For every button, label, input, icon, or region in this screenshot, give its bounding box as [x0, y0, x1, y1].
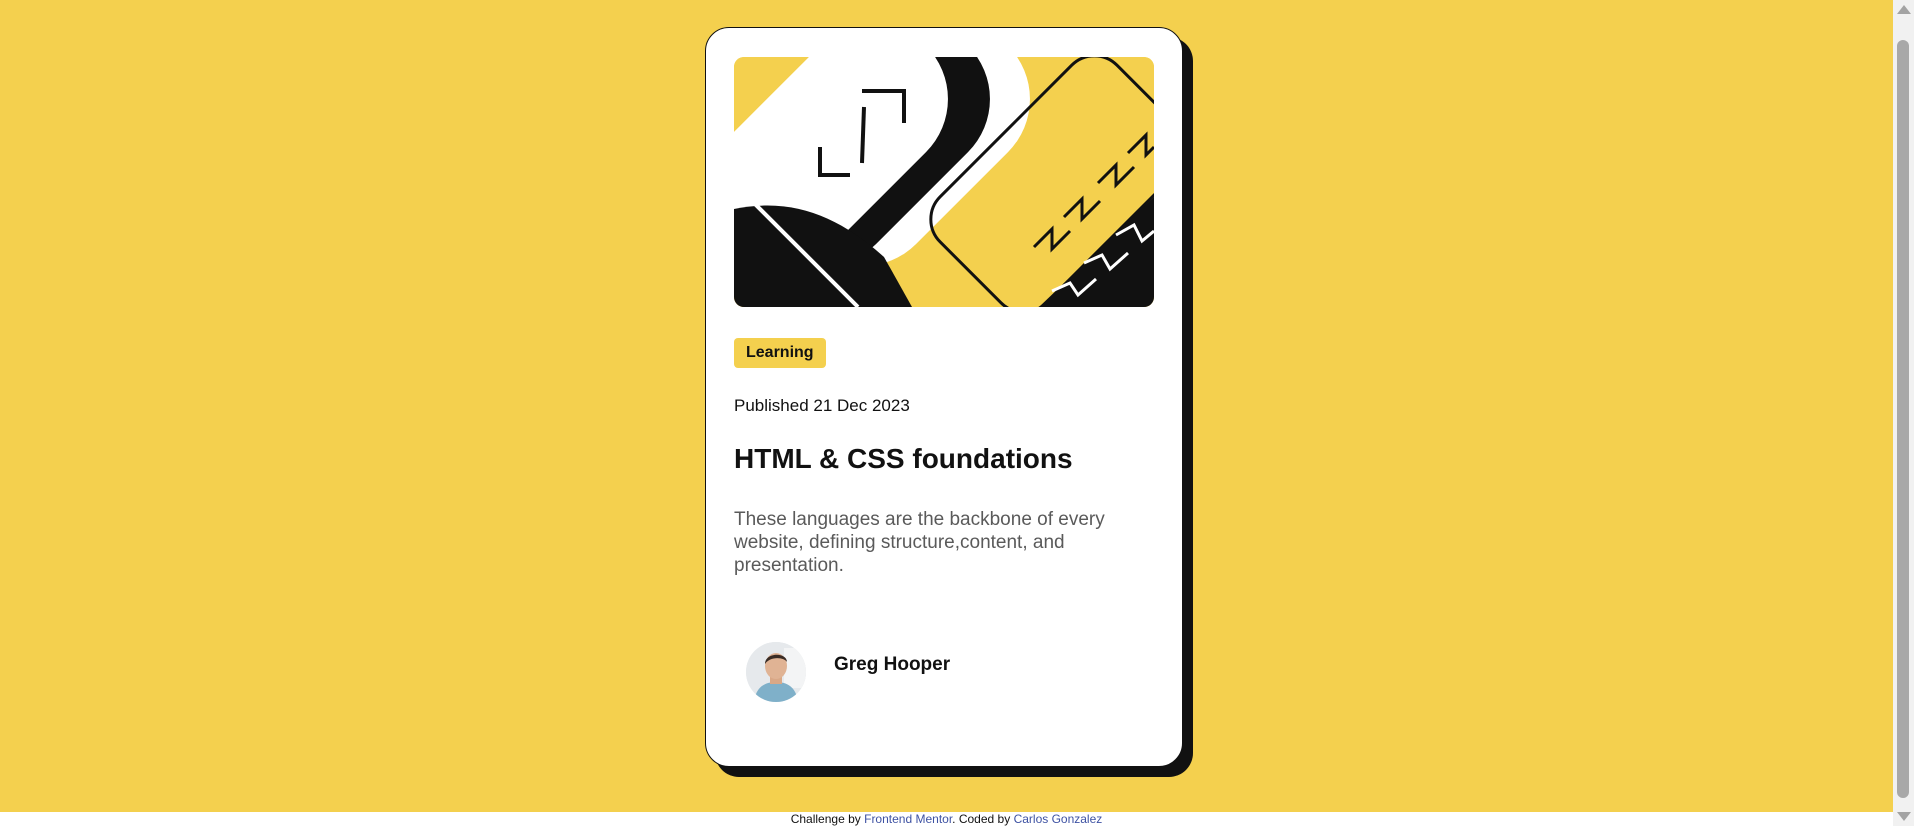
- coded-prefix: . Coded by: [952, 812, 1011, 826]
- scroll-thumb[interactable]: [1897, 40, 1909, 798]
- author-block: Greg Hooper: [746, 641, 950, 703]
- frontend-mentor-link[interactable]: Frontend Mentor: [864, 812, 952, 826]
- avatar: [746, 642, 806, 702]
- published-date: Published 21 Dec 2023: [734, 396, 910, 415]
- category-tag[interactable]: Learning: [734, 338, 826, 368]
- attribution-footer: Challenge by Frontend Mentor. Coded by C…: [0, 812, 1893, 826]
- author-name: Greg Hooper: [834, 654, 951, 675]
- vertical-scrollbar[interactable]: [1893, 0, 1914, 826]
- scroll-up-icon[interactable]: [1897, 5, 1911, 14]
- challenge-prefix: Challenge by: [790, 812, 861, 826]
- card-title[interactable]: HTML & CSS foundations: [734, 443, 1073, 475]
- hero-illustration: [734, 57, 1154, 307]
- page-background: Learning Published 21 Dec 2023 HTML & CS…: [0, 0, 1893, 812]
- card-description: These languages are the backbone of ever…: [734, 509, 1105, 576]
- coder-link[interactable]: Carlos Gonzalez: [1014, 812, 1103, 826]
- blog-preview-card: Learning Published 21 Dec 2023 HTML & CS…: [705, 27, 1183, 767]
- scroll-down-icon[interactable]: [1897, 812, 1911, 821]
